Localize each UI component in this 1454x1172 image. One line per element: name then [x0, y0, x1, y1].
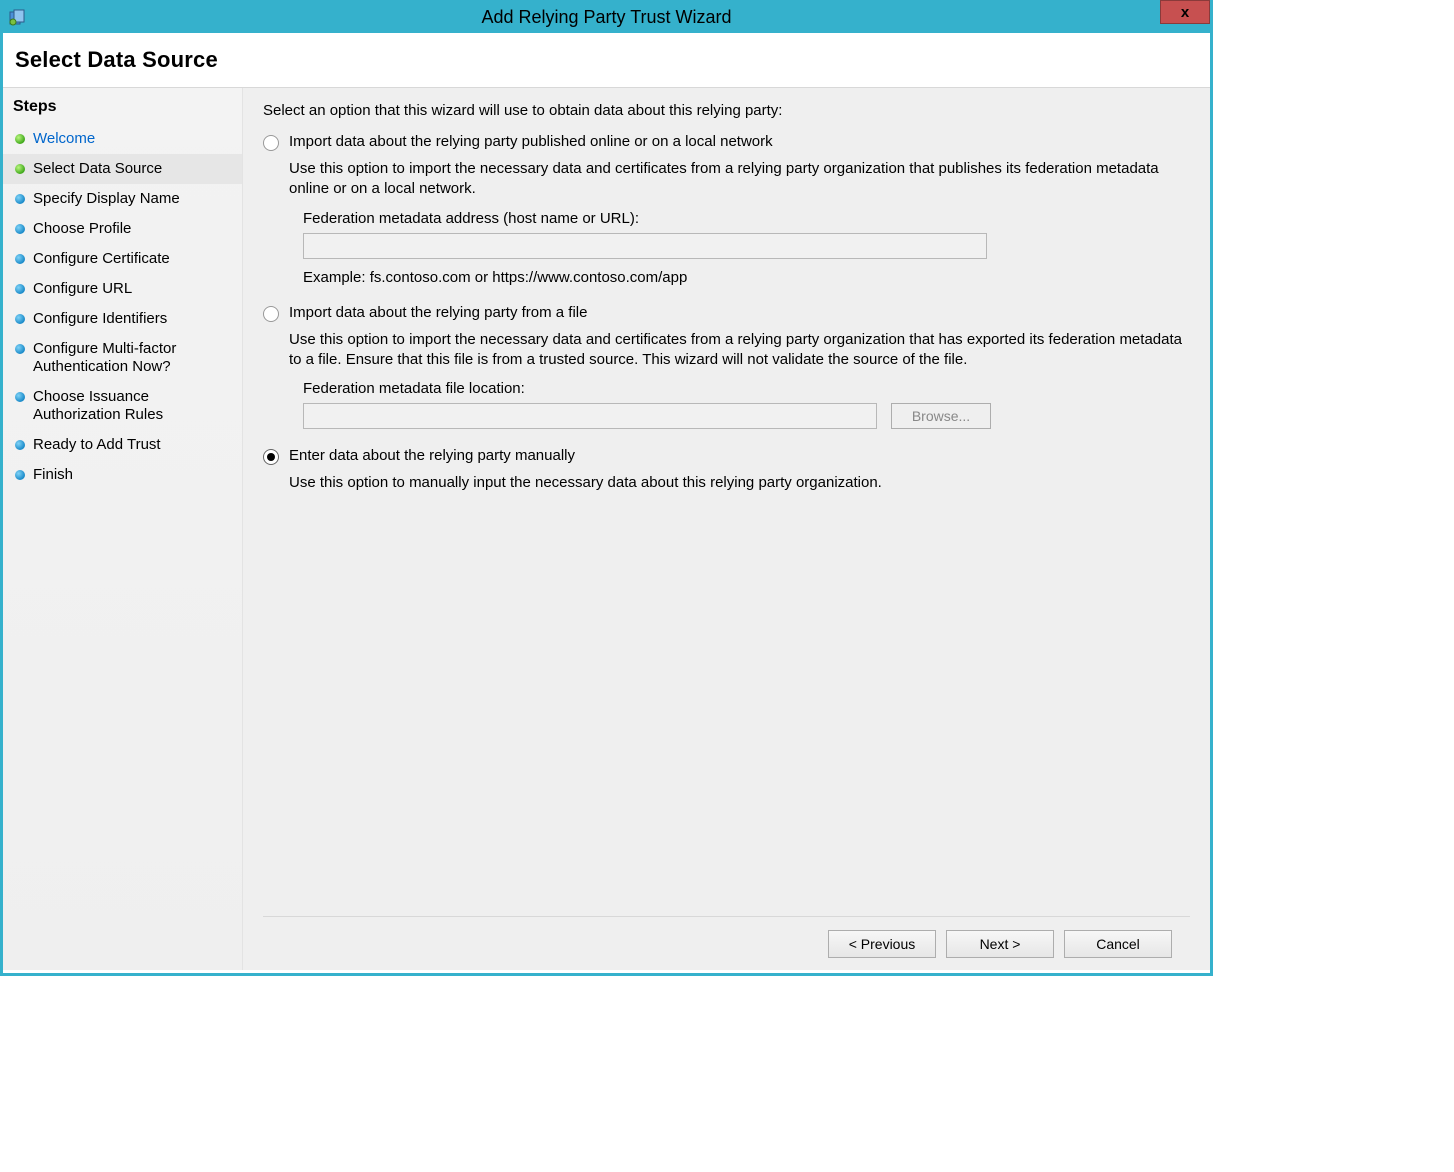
option-manual-desc: Use this option to manually input the ne… [289, 473, 1190, 493]
step-item-10[interactable]: Finish [3, 460, 242, 490]
app-icon [9, 9, 27, 27]
option-import-online-desc: Use this option to import the necessary … [289, 159, 1190, 200]
step-label: Ready to Add Trust [33, 436, 161, 454]
wizard-window: Add Relying Party Trust Wizard x Select … [0, 0, 1213, 976]
step-item-7[interactable]: Configure Multi-factor Authentication No… [3, 334, 242, 382]
page-heading-band: Select Data Source [3, 33, 1210, 87]
step-bullet-icon [15, 134, 25, 144]
step-label: Specify Display Name [33, 190, 180, 208]
step-label: Select Data Source [33, 160, 162, 178]
option-manual-title: Enter data about the relying party manua… [289, 447, 575, 464]
browse-button[interactable]: Browse... [891, 403, 991, 429]
step-item-2[interactable]: Specify Display Name [3, 184, 242, 214]
step-bullet-icon [15, 392, 25, 402]
close-button[interactable]: x [1160, 0, 1210, 24]
option-manual: Enter data about the relying party manua… [263, 447, 1190, 493]
step-bullet-icon [15, 284, 25, 294]
main-panel: Select an option that this wizard will u… [243, 88, 1210, 970]
step-label: Choose Issuance Authorization Rules [33, 388, 232, 424]
close-icon: x [1181, 5, 1189, 20]
step-bullet-icon [15, 440, 25, 450]
step-label: Choose Profile [33, 220, 131, 238]
step-bullet-icon [15, 470, 25, 480]
step-item-1[interactable]: Select Data Source [3, 154, 242, 184]
option-import-online-title: Import data about the relying party publ… [289, 133, 773, 150]
step-item-3[interactable]: Choose Profile [3, 214, 242, 244]
step-item-4[interactable]: Configure Certificate [3, 244, 242, 274]
cancel-button[interactable]: Cancel [1064, 930, 1172, 958]
wizard-footer: < Previous Next > Cancel [263, 916, 1190, 970]
step-bullet-icon [15, 344, 25, 354]
option-import-online: Import data about the relying party publ… [263, 133, 1190, 286]
step-label: Finish [33, 466, 73, 484]
metadata-file-input[interactable] [303, 403, 877, 429]
radio-import-file[interactable] [263, 306, 279, 322]
metadata-address-input[interactable] [303, 233, 987, 259]
step-bullet-icon [15, 314, 25, 324]
steps-header: Steps [3, 96, 242, 124]
step-label: Configure Identifiers [33, 310, 167, 328]
step-bullet-icon [15, 224, 25, 234]
step-label: Configure URL [33, 280, 132, 298]
window-title: Add Relying Party Trust Wizard [3, 7, 1210, 28]
step-label: Welcome [33, 130, 95, 148]
metadata-address-label: Federation metadata address (host name o… [303, 210, 1190, 227]
step-bullet-icon [15, 164, 25, 174]
step-item-0[interactable]: Welcome [3, 124, 242, 154]
radio-manual[interactable] [263, 449, 279, 465]
next-button[interactable]: Next > [946, 930, 1054, 958]
metadata-file-label: Federation metadata file location: [303, 380, 1190, 397]
step-label: Configure Certificate [33, 250, 170, 268]
step-item-8[interactable]: Choose Issuance Authorization Rules [3, 382, 242, 430]
steps-sidebar: Steps Welcome Select Data Source Specify D… [3, 88, 243, 970]
step-item-5[interactable]: Configure URL [3, 274, 242, 304]
wizard-body: Steps Welcome Select Data Source Specify D… [3, 88, 1210, 970]
step-item-9[interactable]: Ready to Add Trust [3, 430, 242, 460]
step-bullet-icon [15, 254, 25, 264]
radio-import-online[interactable] [263, 135, 279, 151]
step-bullet-icon [15, 194, 25, 204]
previous-button[interactable]: < Previous [828, 930, 936, 958]
option-import-file-title: Import data about the relying party from… [289, 304, 587, 321]
option-import-file: Import data about the relying party from… [263, 304, 1190, 430]
instruction-text: Select an option that this wizard will u… [263, 102, 1190, 119]
step-label: Configure Multi-factor Authentication No… [33, 340, 232, 376]
metadata-address-example: Example: fs.contoso.com or https://www.c… [303, 269, 1190, 286]
title-bar[interactable]: Add Relying Party Trust Wizard x [3, 3, 1210, 33]
option-import-file-desc: Use this option to import the necessary … [289, 330, 1190, 371]
step-item-6[interactable]: Configure Identifiers [3, 304, 242, 334]
page-title: Select Data Source [15, 47, 1210, 73]
